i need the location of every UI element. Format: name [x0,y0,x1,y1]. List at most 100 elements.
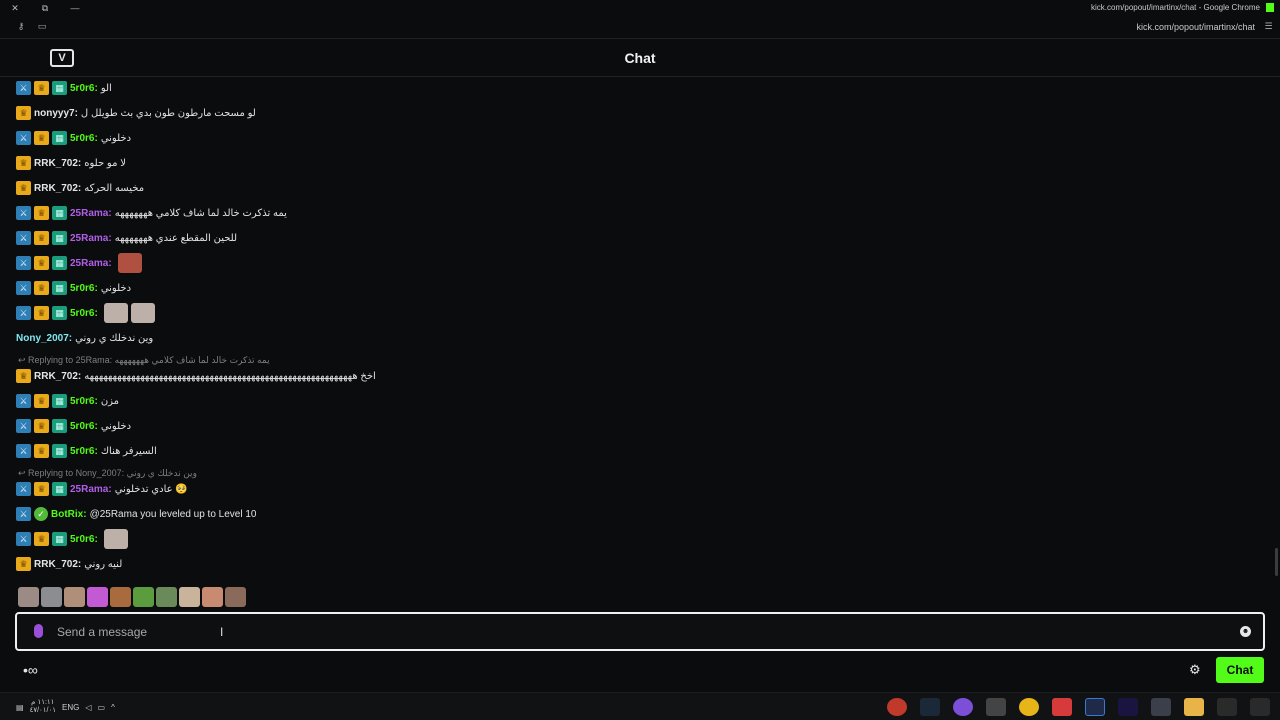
emote-icon[interactable] [156,587,177,607]
chat-username[interactable]: 5r0r6: [70,133,98,144]
vip-crown-icon[interactable]: ♛ [34,394,49,408]
chat-message[interactable]: ⚔ ♛ ▦ 25Rama: للحين المقطع عندي هههههههه [16,228,237,248]
folder-icon[interactable] [1184,698,1204,716]
url-text[interactable]: kick.com/popout/imartinx/chat [1136,22,1255,32]
app-icon[interactable] [887,698,907,716]
chat-username[interactable]: RRK_702: [34,183,81,194]
chat-message[interactable]: ♛ RRK_702: اخخ ههههههههههههههههههههههههههه… [16,366,376,386]
moderator-badge-icon[interactable]: ⚔ [16,507,31,521]
channel-points-icon[interactable]: •∞ [23,662,38,678]
emote-icon[interactable] [87,587,108,607]
vip-crown-icon[interactable]: ♛ [34,231,49,245]
chat-username[interactable]: Nony_2007: [16,333,72,344]
chat-message[interactable]: Nony_2007: وين ندخلك ي روني [16,328,153,348]
chat-message[interactable]: ⚔ ♛ ▦ 25Rama: عادي تدخلوني 🥺 [16,479,188,499]
emote-icon[interactable] [18,587,39,607]
chat-username[interactable]: 5r0r6: [70,446,98,457]
app-icon[interactable] [1085,698,1105,716]
emote-icon[interactable] [117,253,142,273]
chat-username[interactable]: 5r0r6: [70,396,98,407]
gear-icon[interactable]: ⚙ [1189,662,1201,678]
clock[interactable]: ١١:١١ م ٤٧/٠١/٠١ [30,699,56,715]
chat-scrollbar[interactable] [1275,548,1278,576]
chat-message[interactable]: ⚔ ♛ ▦ 5r0r6: دخلوني [16,416,131,436]
reply-context[interactable]: ↩ Replying to Nony_2007: وين ندخلك ي رون… [18,468,197,479]
emoji-picker-icon[interactable]: ☻ [1240,626,1251,637]
app-icon[interactable] [953,698,973,716]
cat-emote-icon[interactable] [41,587,62,607]
vip-crown-icon[interactable]: ♛ [16,181,31,195]
app-icon[interactable] [1052,698,1072,716]
store-icon[interactable] [1151,698,1171,716]
vip-crown-icon[interactable]: ♛ [34,281,49,295]
subscriber-badge-icon[interactable]: ▦ [52,131,67,145]
chat-message[interactable]: ⚔ ♛ ▦ 25Rama: [16,253,142,273]
chat-message[interactable]: ⚔ ✓ BotRix: @25Rama you leveled up to Level… [16,504,257,524]
chat-username[interactable]: 25Rama: [70,208,112,219]
chat-message[interactable]: ⚔ ♛ ▦ 25Rama: يمه تذكرت خالد لما شاف كلامي ه… [16,203,287,223]
app-icon[interactable] [1217,698,1237,716]
moderator-badge-icon[interactable]: ⚔ [16,306,31,320]
chat-messages[interactable]: ⚔ ♛ ▦ 5r0r6: الو ♛ nonyyy7: لو مسحت مارطون طون … [0,78,1280,578]
vip-crown-icon[interactable]: ♛ [34,444,49,458]
language-indicator[interactable]: ENG [62,703,79,712]
vip-crown-icon[interactable]: ♛ [34,482,49,496]
key-icon[interactable]: ⚷ [16,21,26,31]
chat-message[interactable]: ⚔ ♛ ▦ 5r0r6: دخلوني [16,128,131,148]
browser-menu-icon[interactable]: ☰ [1263,21,1274,32]
pepe-emote-icon[interactable] [133,587,154,607]
moderator-badge-icon[interactable]: ⚔ [16,532,31,546]
chat-message[interactable]: ⚔ ♛ ▦ 5r0r6: الو [16,78,112,98]
cast-icon[interactable]: ▭ [37,21,47,31]
vip-crown-icon[interactable]: ♛ [16,557,31,571]
emote-icon[interactable] [64,587,85,607]
chrome-icon[interactable] [1019,698,1039,716]
subscriber-badge-icon[interactable]: ▦ [52,444,67,458]
moderator-badge-icon[interactable]: ⚔ [16,256,31,270]
close-window-icon[interactable]: ✕ [8,2,22,14]
emote-icon[interactable] [103,529,128,549]
emote-icon[interactable] [225,587,246,607]
vip-crown-icon[interactable]: ♛ [34,256,49,270]
subscriber-badge-icon[interactable]: ▦ [52,281,67,295]
emote-icon[interactable] [103,303,128,323]
after-effects-icon[interactable] [1118,698,1138,716]
moderator-badge-icon[interactable]: ⚔ [16,482,31,496]
subscriber-badge-icon[interactable]: ▦ [52,306,67,320]
app-icon[interactable] [1250,698,1270,716]
notification-icon[interactable]: ▤ [16,703,24,712]
chat-username[interactable]: 25Rama: [70,258,112,269]
microphone-icon[interactable] [34,624,43,638]
chat-username[interactable]: BotRix: [51,509,87,520]
chat-message[interactable]: ♛ nonyyy7: لو مسحت مارطون طون بدي بث طويلل… [16,103,256,123]
subscriber-badge-icon[interactable]: ▦ [52,256,67,270]
chat-message[interactable]: ♛ RRK_702: مخيسه الحركه [16,178,144,198]
chat-username[interactable]: RRK_702: [34,158,81,169]
moderator-badge-icon[interactable]: ⚔ [16,394,31,408]
chat-message[interactable]: ⚔ ♛ ▦ 5r0r6: السيرفر هناك [16,441,157,461]
message-input[interactable] [57,621,1207,643]
emote-icon[interactable] [130,303,155,323]
subscriber-badge-icon[interactable]: ▦ [52,419,67,433]
vip-crown-icon[interactable]: ♛ [34,81,49,95]
message-input-box[interactable]: ☻ [15,612,1265,651]
chat-username[interactable]: RRK_702: [34,559,81,570]
chat-message[interactable]: ⚔ ♛ ▦ 5r0r6: مزن [16,391,119,411]
chat-message[interactable]: ⚔ ♛ ▦ 5r0r6: دخلوني [16,278,131,298]
chat-username[interactable]: RRK_702: [34,371,81,382]
moderator-badge-icon[interactable]: ⚔ [16,281,31,295]
vip-crown-icon[interactable]: ♛ [16,106,31,120]
chat-message[interactable]: ♛ RRK_702: لنيه روني [16,554,122,574]
moderator-badge-icon[interactable]: ⚔ [16,231,31,245]
verified-bot-icon[interactable]: ✓ [34,507,48,521]
vip-crown-icon[interactable]: ♛ [16,369,31,383]
emote-icon[interactable] [202,587,223,607]
chat-username[interactable]: 25Rama: [70,233,112,244]
subscriber-badge-icon[interactable]: ▦ [52,394,67,408]
chat-username[interactable]: 5r0r6: [70,421,98,432]
vip-crown-icon[interactable]: ♛ [34,131,49,145]
restore-window-icon[interactable]: ⧉ [38,2,52,14]
moderator-badge-icon[interactable]: ⚔ [16,444,31,458]
chat-username[interactable]: 5r0r6: [70,308,98,319]
subscriber-badge-icon[interactable]: ▦ [52,81,67,95]
